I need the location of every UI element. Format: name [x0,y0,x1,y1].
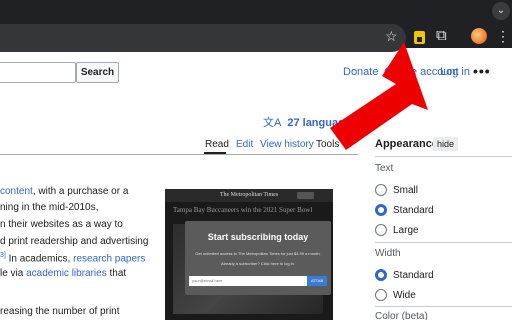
width-standard-label: Standard [393,270,434,281]
tab-edit[interactable]: Edit [236,139,253,150]
panel-divider [375,242,512,243]
tab-view-history[interactable]: View history [260,139,314,150]
content-link[interactable]: content [0,186,33,197]
hide-appearance-button[interactable]: hide [433,137,458,151]
article-line: le via academic libraries that [0,268,126,279]
arrow-shape [330,42,428,150]
width-wide-label: Wide [393,290,416,301]
text-size-label: Text [375,163,394,174]
width-standard-radio[interactable] [375,269,387,281]
article-text: le via [0,268,27,279]
profile-avatar[interactable] [471,28,487,44]
more-options-icon[interactable]: ••• [473,63,491,79]
chrome-menu-icon[interactable]: ⋮ [496,28,510,44]
modal-login-text: Already a subscriber? Click here to log … [221,261,295,266]
text-small-radio[interactable] [375,184,387,196]
width-label: Width [375,248,401,259]
panel-divider [375,156,512,157]
article-line: 3] In academics, research papers [0,252,145,264]
modal-title: Start subscribing today [207,232,309,242]
tab-search-button[interactable]: ⌄ [492,2,510,20]
panel-divider [375,306,512,307]
text-large-radio[interactable] [375,224,387,236]
academic-libraries-link[interactable]: academic libraries [26,268,107,279]
extensions-puzzle-icon[interactable]: ⧉ [436,27,447,45]
tabs-divider [0,154,358,155]
newspaper-subscribe-button [297,192,314,199]
search-button[interactable]: Search [76,62,119,83]
text-standard-radio[interactable] [375,204,387,216]
tools-menu[interactable]: Tools [316,139,339,150]
modal-text: Get unlimited access to The Metropolitan… [195,251,321,256]
article-line: ning in the mid-2010s, [0,202,99,213]
article-line: content, with a purchase or a [0,186,128,197]
subscribe-modal: Start subscribing today Get unlimited ac… [185,221,331,295]
article-text: that [106,268,127,279]
width-wide-radio[interactable] [375,289,387,301]
tab-read[interactable]: Read [205,139,229,150]
article-line: n their websites as a way to [0,219,123,230]
text-large-label: Large [393,225,419,236]
newspaper-headline: Tampa Bay Buccaneers win the 2021 Super … [173,206,313,214]
donate-link[interactable]: Donate [343,66,378,78]
research-papers-link[interactable]: research papers [73,253,145,264]
article-text: , with a purchase or a [32,186,129,197]
translate-icon: 文A [263,117,282,129]
modal-submit-button: ATTAB [307,276,327,286]
article-text: In academics, [5,253,74,265]
article-line: reasing the number of print [0,306,120,317]
language-selector[interactable]: 文A 27 languages [263,114,357,130]
article-line: d print readership and advertising [0,236,149,247]
log-in-link[interactable]: Log in [440,66,470,78]
color-beta-label: Color (beta) [375,311,428,320]
bookmark-star-icon[interactable]: ☆ [385,29,398,43]
address-bar[interactable] [0,24,406,52]
text-small-label: Small [393,185,419,196]
paywall-extension-icon[interactable] [414,31,425,44]
appearance-title: Appearance [375,138,438,150]
search-input[interactable] [0,62,76,83]
paywall-example-image[interactable]: The Metropolitan Times Tampa Bay Buccane… [165,189,333,320]
text-standard-label: Standard [393,205,434,216]
modal-email-field: your@email.here [189,276,307,286]
language-count: 27 languages [287,117,358,129]
chevron-down-icon[interactable]: ⌄ [343,138,351,149]
